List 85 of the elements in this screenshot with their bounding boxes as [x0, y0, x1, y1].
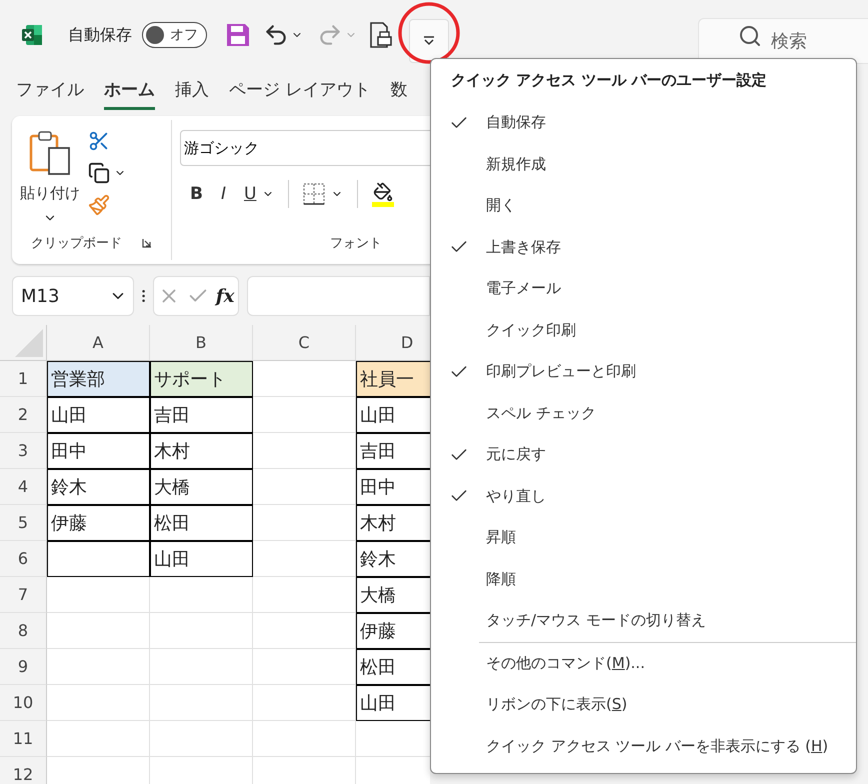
ribbon-tab[interactable]: ホーム	[104, 78, 155, 110]
ribbon-tab[interactable]: 数	[390, 78, 408, 110]
row-header[interactable]: 1	[0, 361, 47, 397]
column-header[interactable]: D	[356, 325, 430, 361]
paste-label[interactable]: 貼り付け	[20, 184, 80, 203]
menu-item[interactable]: 昇順	[431, 517, 856, 558]
menu-item[interactable]: 開く	[431, 185, 856, 226]
table-cell: サポート	[150, 361, 253, 397]
table-cell: 鈴木	[356, 541, 430, 577]
more-icon[interactable]	[142, 288, 146, 304]
paste-icon[interactable]	[27, 130, 73, 176]
row-header[interactable]: 10	[0, 685, 47, 721]
group-label: フォント	[330, 235, 382, 252]
menu-title: クイック アクセス ツール バーのユーザー設定	[450, 71, 768, 91]
table-cell: 山田	[356, 685, 430, 721]
row-header[interactable]: 7	[0, 577, 47, 613]
print-preview-icon[interactable]	[369, 21, 393, 49]
formula-field[interactable]	[246, 276, 430, 316]
ribbon-tab[interactable]: ファイル	[16, 78, 84, 110]
table-cell: 木村	[356, 505, 430, 541]
menu-item[interactable]: クイック アクセス ツール バーを非表示にする (H)	[431, 726, 856, 767]
row-header[interactable]: 6	[0, 541, 47, 577]
menu-item[interactable]: やり直し	[431, 476, 856, 517]
menu-item[interactable]: 上書き保存	[431, 226, 856, 268]
row-header[interactable]: 11	[0, 721, 47, 757]
group-label: クリップボード	[31, 235, 122, 252]
menu-item[interactable]: タッチ/マウス モードの切り替え	[431, 600, 856, 642]
row-header[interactable]: 4	[0, 469, 47, 505]
menu-item[interactable]: リボンの下に表示(S)	[431, 684, 856, 726]
menu-item[interactable]: クイック印刷	[431, 310, 856, 351]
insert-function-button[interactable]: fx	[216, 286, 234, 306]
font-name-field[interactable]: 游ゴシック	[180, 130, 430, 166]
column-header[interactable]: C	[253, 325, 356, 361]
bold-button[interactable]: B	[188, 184, 205, 204]
menu-item[interactable]: その他のコマンド(M)...	[431, 642, 856, 684]
autosave-toggle[interactable]: オフ	[142, 22, 207, 48]
column-header[interactable]: A	[47, 325, 150, 361]
menu-item[interactable]: 印刷プレビューと印刷	[431, 351, 856, 392]
table-cell: 営業部	[47, 361, 150, 397]
table-cell: 吉田	[356, 433, 430, 469]
table-cell: 山田	[356, 397, 430, 433]
row-header[interactable]: 8	[0, 613, 47, 649]
table-cell: 木村	[150, 433, 253, 469]
ribbon-tab[interactable]: ページ レイアウト	[229, 78, 370, 110]
table-cell: 鈴木	[47, 469, 150, 505]
save-icon[interactable]	[225, 22, 251, 48]
search-icon	[738, 24, 762, 48]
row-header[interactable]: 3	[0, 433, 47, 469]
table-cell: 松田	[356, 649, 430, 685]
table-cell: 田中	[356, 469, 430, 505]
cut-icon[interactable]	[88, 130, 110, 152]
table-cell: 吉田	[150, 397, 253, 433]
customize-toolbar-button[interactable]	[409, 19, 449, 63]
menu-item[interactable]: スペル チェック	[431, 392, 856, 434]
menu-item[interactable]: 電子メール	[431, 268, 856, 310]
table-cell: 伊藤	[47, 505, 150, 541]
row-header[interactable]: 9	[0, 649, 47, 685]
table-cell: 大橋	[356, 577, 430, 613]
excel-logo-icon	[20, 23, 44, 47]
row-header[interactable]: 2	[0, 397, 47, 433]
ribbon-tab[interactable]: 挿入	[175, 78, 209, 110]
borders-icon[interactable]	[303, 183, 326, 205]
table-cell: 山田	[47, 397, 150, 433]
table-cell: 田中	[47, 433, 150, 469]
underline-button[interactable]: U	[242, 184, 258, 204]
italic-button[interactable]: I	[218, 184, 228, 204]
table-cell: 山田	[150, 541, 253, 577]
menu-item[interactable]: 新規作成	[431, 144, 856, 185]
table-cell: 社員一	[356, 361, 430, 397]
name-box[interactable]: M13	[12, 276, 134, 316]
menu-item[interactable]: 降順	[431, 558, 856, 600]
dialog-launcher-icon[interactable]	[142, 238, 152, 248]
menu-item[interactable]: 元に戻す	[431, 434, 856, 476]
copy-icon[interactable]	[88, 162, 110, 184]
row-header[interactable]: 5	[0, 505, 47, 541]
fill-color-icon[interactable]	[372, 182, 394, 206]
row-header[interactable]: 12	[0, 757, 47, 784]
table-cell: 伊藤	[356, 613, 430, 649]
format-painter-icon[interactable]	[88, 194, 110, 216]
dropdown-icon	[423, 36, 435, 46]
column-header[interactable]: B	[150, 325, 253, 361]
autosave-label: 自動保存	[68, 24, 132, 46]
table-cell: 大橋	[150, 469, 253, 505]
menu-item[interactable]: 自動保存	[431, 102, 856, 144]
table-cell: 松田	[150, 505, 253, 541]
